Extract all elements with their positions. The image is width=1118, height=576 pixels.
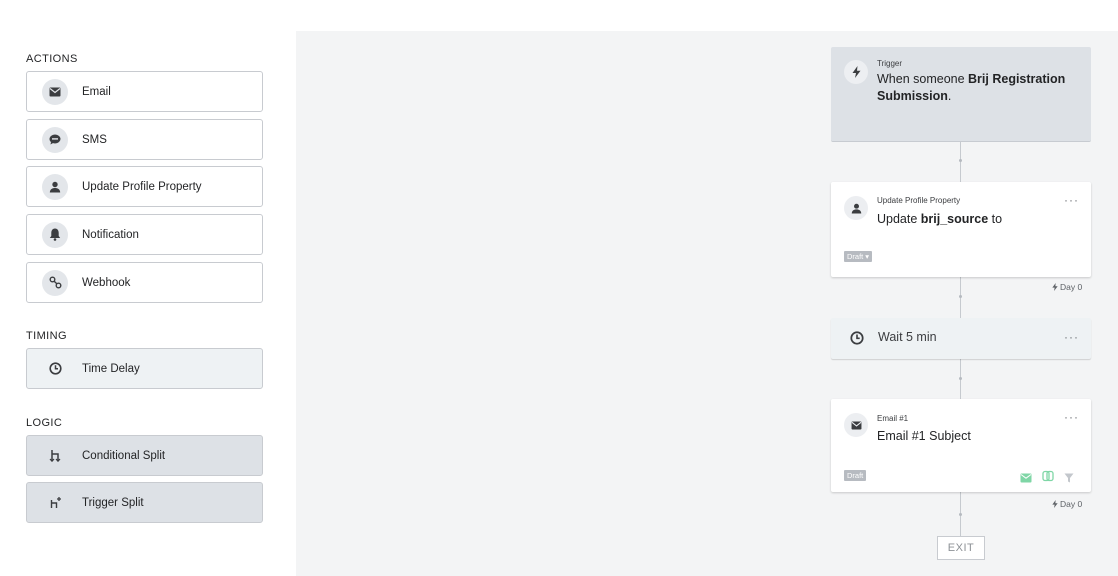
action-time-delay-label: Time Delay [82,362,140,375]
action-webhook-label: Webhook [82,276,131,289]
email-more-button[interactable]: ··· [1064,410,1079,424]
webhook-icon [42,269,68,296]
day-indicator: Day 0 [1052,282,1082,292]
action-email[interactable]: Email [26,71,263,112]
update-text-prefix: Update [877,212,921,226]
envelope-icon [844,413,868,437]
bell-icon [42,221,68,248]
email-subject: Email #1 Subject [877,429,971,443]
update-property-label: Update Profile Property [877,196,961,205]
connector-dot [959,513,962,516]
wait-label: Wait 5 min [878,330,937,344]
wait-more-button[interactable]: ··· [1064,330,1079,344]
email-label: Email #1 [877,414,909,423]
action-email-label: Email [82,85,111,98]
wait-node[interactable]: Wait 5 min ··· [831,318,1091,359]
action-webhook[interactable]: Webhook [26,262,263,303]
filter-icon[interactable] [1064,470,1074,488]
action-conditional-split[interactable]: Conditional Split [26,435,263,476]
lightning-icon [1052,500,1058,508]
draft-status-dropdown[interactable]: Draft ▾ [844,251,873,262]
action-trigger-split-label: Trigger Split [82,496,144,509]
draft-status-label: Draft [847,252,864,261]
envelope-icon [42,78,68,105]
exit-node: EXIT [937,536,985,560]
trigger-split-icon [42,490,68,516]
email-draft-badge: Draft [844,470,867,481]
day-label: Day 0 [1060,282,1083,292]
action-conditional-split-label: Conditional Split [82,449,166,462]
trigger-text-suffix: . [947,89,952,103]
connector-dot [959,159,962,162]
trigger-text-prefix: When someone [877,72,969,86]
trigger-label: Trigger [877,59,903,68]
day-indicator: Day 0 [1052,499,1082,509]
update-property-more-button[interactable]: ··· [1064,193,1079,207]
person-icon [42,173,68,200]
connector-dot [959,377,962,380]
action-update-profile-property-label: Update Profile Property [82,180,202,193]
clock-icon [42,356,68,382]
email-check-icon[interactable] [1020,470,1032,488]
action-sms-label: SMS [82,133,107,146]
person-icon [844,196,868,220]
split-icon [42,443,68,469]
caret-down-icon: ▾ [865,252,870,261]
update-property-description: Update brij_source to [877,211,1002,228]
update-text-bold: brij_source [920,212,989,226]
email-draft-label: Draft [847,471,864,480]
action-update-profile-property[interactable]: Update Profile Property [26,166,263,207]
logic-section-title: LOGIC [26,417,63,429]
action-notification-label: Notification [82,228,139,241]
day-label: Day 0 [1060,499,1083,509]
connector-line [960,142,961,182]
smart-sending-icon[interactable] [1042,469,1054,487]
trigger-node[interactable]: Trigger When someone Brij Registration S… [831,47,1091,142]
actions-section-title: ACTIONS [26,53,78,65]
update-profile-property-node[interactable]: Update Profile Property ··· Update brij_… [831,182,1091,277]
action-sms[interactable]: SMS [26,119,263,160]
lightning-icon [1052,283,1058,291]
chat-bubble-icon [42,126,68,153]
trigger-description: When someone Brij Registration Submissio… [877,71,1077,105]
update-text-suffix: to [988,212,1003,226]
action-notification[interactable]: Notification [26,214,263,255]
sidebar: ACTIONS Email SMS Update Profile Propert… [0,0,296,576]
action-time-delay[interactable]: Time Delay [26,348,263,389]
email-node[interactable]: Email #1 ··· Email #1 Subject Draft [831,399,1091,492]
lightning-icon [844,60,868,84]
connector-dot [959,295,962,298]
clock-icon [850,331,864,350]
action-trigger-split[interactable]: Trigger Split [26,482,263,523]
timing-section-title: TIMING [26,330,67,342]
